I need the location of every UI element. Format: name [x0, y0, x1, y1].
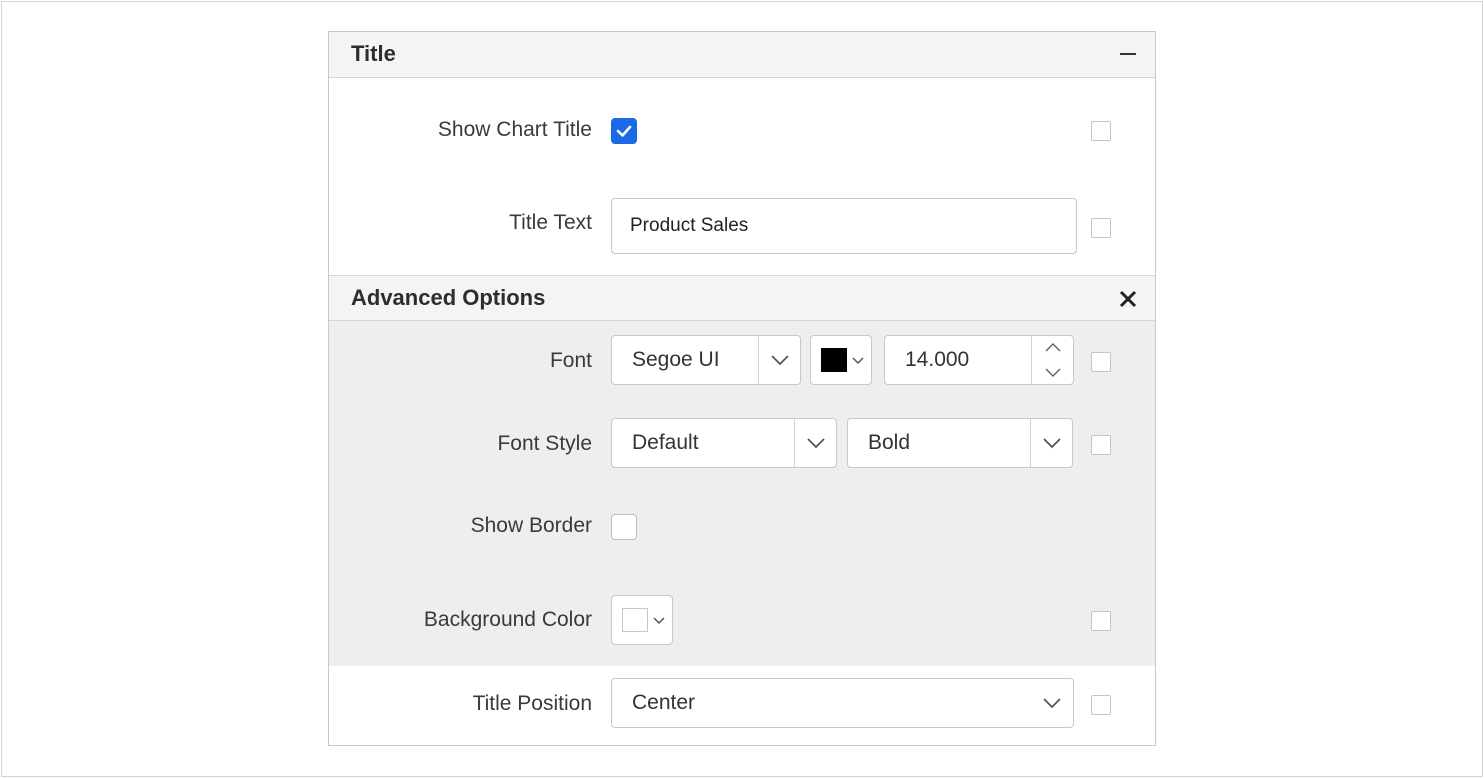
title-position-value: Center [632, 691, 696, 714]
title-section-label: Title [351, 41, 396, 66]
font-reset-checkbox[interactable] [1091, 352, 1111, 372]
chevron-down-icon[interactable] [758, 336, 800, 384]
font-family-value: Segoe UI [632, 348, 720, 371]
font-label: Font [549, 349, 592, 372]
font-weight-dropdown[interactable]: Bold [847, 418, 1073, 468]
font-family-dropdown[interactable]: Segoe UI [611, 335, 801, 385]
title-text-label: Title Text [509, 211, 592, 234]
show-border-checkbox[interactable] [611, 514, 637, 540]
check-icon [616, 125, 632, 137]
title-position-reset-checkbox[interactable] [1091, 695, 1111, 715]
show-chart-title-label: Show Chart Title [437, 118, 592, 141]
show-border-label: Show Border [470, 514, 592, 537]
background-color-reset-checkbox[interactable] [1091, 611, 1111, 631]
font-style-reset-checkbox[interactable] [1091, 435, 1111, 455]
chevron-down-icon[interactable] [1031, 679, 1073, 727]
title-position-dropdown[interactable]: Center [611, 678, 1074, 728]
background-color-swatch [622, 608, 648, 632]
title-position-label: Title Position [472, 692, 592, 715]
show-chart-title-checkbox[interactable] [611, 118, 637, 144]
background-color-picker[interactable] [611, 595, 673, 645]
close-icon[interactable] [1115, 286, 1141, 312]
font-style-value: Default [632, 431, 699, 454]
font-weight-value: Bold [868, 431, 911, 454]
show-chart-title-reset-checkbox[interactable] [1091, 121, 1111, 141]
chevron-down-icon[interactable] [794, 419, 836, 467]
chevron-down-icon[interactable] [1032, 360, 1074, 384]
title-section-header[interactable]: Title [329, 32, 1155, 78]
minus-icon[interactable] [1115, 41, 1141, 67]
chevron-down-icon [851, 354, 865, 372]
chevron-up-icon[interactable] [1032, 336, 1074, 360]
font-size-value: 14.000 [905, 348, 970, 371]
title-text-input[interactable]: Product Sales [611, 198, 1077, 254]
advanced-options-label: Advanced Options [351, 285, 546, 310]
font-color-picker[interactable] [810, 335, 872, 385]
font-size-numeric[interactable]: 14.000 [884, 335, 1074, 385]
background-color-label: Background Color [423, 608, 592, 631]
chevron-down-icon[interactable] [1030, 419, 1072, 467]
font-size-spinner [1031, 336, 1073, 384]
font-style-dropdown[interactable]: Default [611, 418, 837, 468]
title-properties-panel: Title Show Chart Title Title Text Produc… [328, 31, 1156, 746]
advanced-options-header[interactable]: Advanced Options [329, 275, 1155, 321]
chevron-down-icon [652, 614, 666, 632]
font-style-label: Font Style [497, 432, 592, 455]
font-color-swatch [821, 348, 847, 372]
title-text-reset-checkbox[interactable] [1091, 218, 1111, 238]
